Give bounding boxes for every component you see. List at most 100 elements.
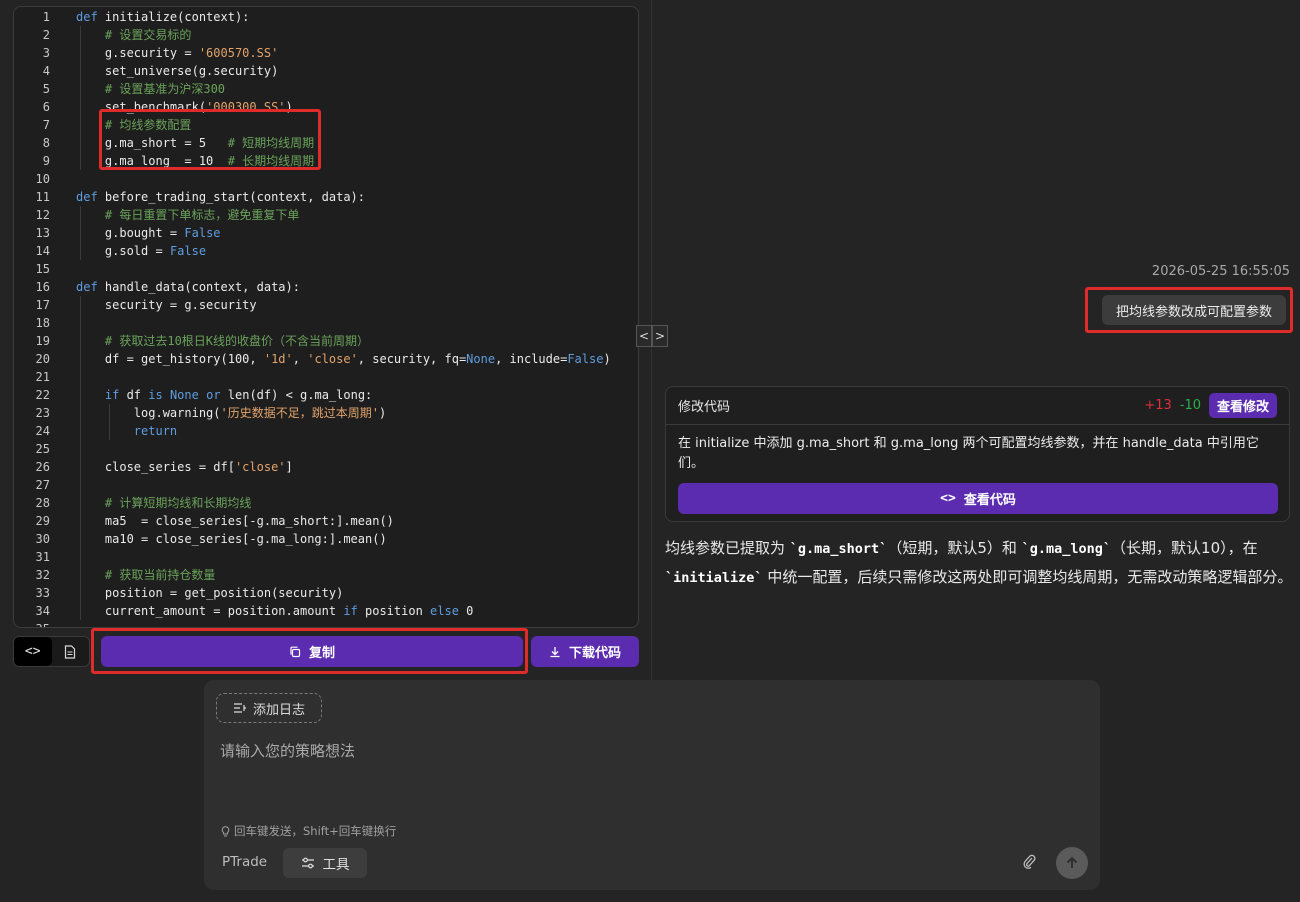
code-icon: <> bbox=[940, 491, 956, 506]
indent-guide bbox=[80, 296, 81, 314]
line-number: 22 bbox=[35, 388, 50, 402]
code-text: # 计算短期均线和长期均线 bbox=[50, 494, 251, 512]
code-token: # 获取过去10根日K线的收盘价（不含当前周期） bbox=[104, 334, 370, 348]
code-token: # 设置交易标的 bbox=[104, 28, 192, 42]
collapse-left-button[interactable]: < bbox=[636, 325, 652, 347]
code-token: '000300.SS' bbox=[206, 100, 286, 114]
reply-text: （长期，默认10），在 bbox=[1111, 539, 1258, 557]
indent-guide bbox=[80, 566, 81, 584]
line-number: 5 bbox=[42, 82, 50, 96]
code-token: False bbox=[169, 244, 207, 258]
download-label: 下载代码 bbox=[568, 646, 621, 661]
code-line: 34 current_amount = position.amount if p… bbox=[14, 602, 638, 620]
reply-code: `initialize` bbox=[665, 570, 763, 586]
code-token: '600570.SS' bbox=[198, 46, 279, 60]
line-number: 9 bbox=[42, 154, 50, 168]
code-text: # 设置交易标的 bbox=[50, 26, 191, 44]
code-token: , include= bbox=[495, 352, 568, 366]
code-token: if bbox=[104, 388, 120, 402]
code-line: 1 def initialize(context): bbox=[14, 8, 638, 26]
add-log-button[interactable]: 添加日志 bbox=[216, 693, 323, 723]
code-token: False bbox=[184, 226, 221, 240]
input-hint: 回车键发送，Shift+回车键换行 bbox=[221, 823, 396, 839]
copy-icon bbox=[290, 646, 301, 657]
download-icon bbox=[550, 646, 560, 657]
code-text: g.security = '600570.SS' bbox=[50, 44, 278, 62]
code-line: 29 ma5 = close_series[-g.ma_short:].mean… bbox=[14, 512, 638, 530]
code-line: 4 set_universe(g.security) bbox=[14, 62, 638, 80]
indent-guide bbox=[80, 116, 81, 134]
code-line: 31 bbox=[14, 548, 638, 566]
line-number: 26 bbox=[35, 460, 50, 474]
strategy-input[interactable]: 请输入您的策略想法 bbox=[220, 740, 355, 761]
code-token: initialize(context): bbox=[97, 10, 250, 24]
code-text: position = get_position(security) bbox=[50, 584, 343, 602]
deletions-count: -10 bbox=[1179, 398, 1201, 413]
code-line: 25 bbox=[14, 440, 638, 458]
code-text: current_amount = position.amount if posi… bbox=[50, 602, 473, 620]
code-line: 10 bbox=[14, 170, 638, 188]
code-text bbox=[50, 440, 105, 458]
reply-text: 均线参数已提取为 bbox=[665, 539, 790, 557]
indent-guide bbox=[80, 26, 81, 44]
code-line: 33 position = get_position(security) bbox=[14, 584, 638, 602]
code-text: g.bought = False bbox=[50, 224, 221, 242]
line-number: 27 bbox=[35, 478, 50, 492]
code-line: 14 g.sold = False bbox=[14, 242, 638, 260]
code-token: ma10 = close_series[-g.ma_long:].mean() bbox=[104, 532, 387, 546]
line-number: 17 bbox=[35, 298, 50, 312]
code-token: ) bbox=[378, 406, 387, 420]
code-token: g.bought = bbox=[104, 226, 185, 240]
code-token: set_benchmark( bbox=[104, 100, 207, 114]
arrow-up-icon bbox=[1066, 856, 1078, 868]
line-number: 3 bbox=[42, 46, 50, 60]
document-view-button[interactable] bbox=[52, 637, 90, 666]
code-token: ] bbox=[285, 460, 293, 474]
tools-button[interactable]: 工具 bbox=[283, 848, 367, 878]
line-number: 24 bbox=[35, 424, 50, 438]
indent-guide bbox=[80, 332, 81, 350]
copy-button[interactable]: 复制 bbox=[101, 636, 523, 667]
add-log-label: 添加日志 bbox=[253, 702, 306, 718]
view-code-button[interactable]: <> 查看代码 bbox=[678, 483, 1278, 514]
code-line: 35 bbox=[14, 620, 638, 627]
code-token: ) bbox=[285, 100, 293, 114]
code-editor[interactable]: 1 def initialize(context): 2 # 设置交易标的 3 g.s… bbox=[13, 6, 639, 628]
indent-guide bbox=[80, 422, 81, 440]
reply-code: `g.ma_long` bbox=[1021, 541, 1112, 557]
line-number: 18 bbox=[35, 316, 50, 330]
send-button[interactable] bbox=[1056, 847, 1088, 879]
view-changes-button[interactable]: 查看修改 bbox=[1208, 393, 1277, 418]
indent-guide bbox=[80, 152, 81, 170]
code-view-button[interactable]: <> bbox=[14, 637, 52, 666]
code-text: ma10 = close_series[-g.ma_long:].mean() bbox=[50, 530, 387, 548]
copy-label: 复制 bbox=[308, 646, 335, 661]
code-line: 12 # 每日重置下单标志，避免重复下单 bbox=[14, 206, 638, 224]
line-number: 33 bbox=[35, 586, 50, 600]
code-token: # 均线参数配置 bbox=[104, 118, 192, 132]
line-number: 4 bbox=[42, 64, 50, 78]
indent-guide bbox=[80, 440, 81, 458]
paperclip-icon[interactable] bbox=[1022, 853, 1036, 869]
platform-label: PTrade bbox=[222, 854, 268, 870]
change-card-header: 修改代码 +13 -10 查看修改 bbox=[666, 387, 1289, 425]
line-number: 7 bbox=[42, 118, 50, 132]
code-token: # 每日重置下单标志，避免重复下单 bbox=[104, 208, 300, 222]
collapse-right-button[interactable]: > bbox=[652, 325, 668, 347]
code-line: 2 # 设置交易标的 bbox=[14, 26, 638, 44]
line-number: 31 bbox=[35, 550, 50, 564]
indent-guide bbox=[80, 350, 81, 368]
code-lines: 1 def initialize(context): 2 # 设置交易标的 3 g.s… bbox=[14, 8, 638, 627]
document-icon bbox=[65, 644, 76, 659]
download-code-button[interactable]: 下载代码 bbox=[531, 636, 639, 667]
code-text: # 设置基准为沪深300 bbox=[50, 80, 225, 98]
code-token: before_trading_start(context, data): bbox=[97, 190, 365, 204]
indent-guide bbox=[80, 584, 81, 602]
code-token: or bbox=[206, 388, 221, 402]
code-token: False bbox=[567, 352, 604, 366]
code-token: def bbox=[76, 280, 98, 294]
code-token: # 获取当前持仓数量 bbox=[104, 568, 216, 582]
change-description: 在 initialize 中添加 g.ma_short 和 g.ma_long … bbox=[678, 436, 1259, 471]
